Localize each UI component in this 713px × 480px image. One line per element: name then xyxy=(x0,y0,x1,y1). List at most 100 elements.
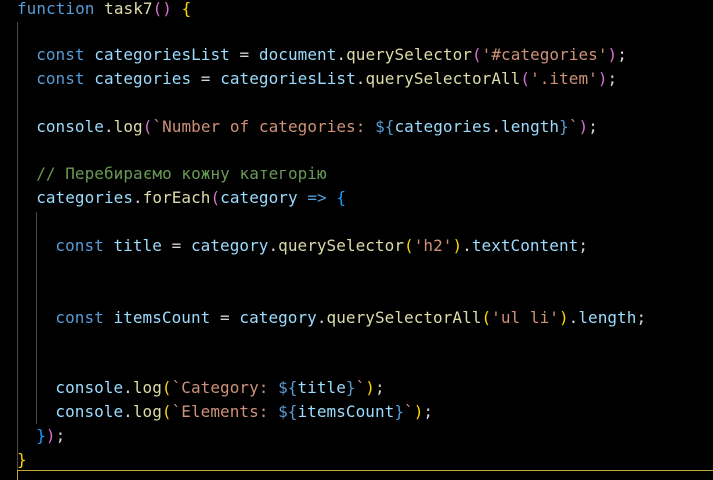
code-token: ; xyxy=(636,308,647,327)
code-token: ) xyxy=(607,45,618,64)
indent-guide xyxy=(17,22,18,470)
code-token: itemsCount xyxy=(113,308,211,327)
code-token: 'h2' xyxy=(413,236,453,255)
code-token: categoriesList xyxy=(220,69,356,88)
code-token: ( xyxy=(481,308,492,327)
code-line: // Перебираємо кожну категорію xyxy=(36,162,326,186)
code-token: ) xyxy=(578,117,589,136)
code-token: '.item' xyxy=(530,69,598,88)
code-token: . xyxy=(123,378,133,397)
code-token: } xyxy=(36,426,46,445)
code-token: const xyxy=(36,69,85,88)
code-token: length xyxy=(578,308,637,327)
code-token: . xyxy=(268,236,279,255)
code-token: } xyxy=(394,402,405,421)
code-token: ; xyxy=(617,45,627,64)
code-token: ) xyxy=(365,378,375,397)
code-token: = xyxy=(229,45,259,64)
code-token: . xyxy=(316,308,327,327)
code-token: const xyxy=(55,236,104,255)
code-token: ; xyxy=(607,69,618,88)
code-token: log xyxy=(132,402,162,421)
code-token: `Number of categories: xyxy=(152,117,376,136)
code-token: ) xyxy=(413,402,424,421)
code-line: const itemsCount = category.querySelecto… xyxy=(55,306,646,330)
code-token: category xyxy=(239,308,317,327)
code-token: ) xyxy=(45,426,56,445)
code-line: const categories = categoriesList.queryS… xyxy=(36,67,617,91)
code-token: querySelectorAll xyxy=(365,69,521,88)
code-line: const title = category.querySelector('h2… xyxy=(55,234,588,258)
code-token: () xyxy=(152,0,172,18)
code-token: `Elements: xyxy=(171,402,279,421)
code-token: ) xyxy=(597,69,608,88)
code-token: forEach xyxy=(142,188,211,207)
code-token: task7 xyxy=(104,0,153,18)
code-token: . xyxy=(462,236,472,255)
code-token: ) xyxy=(558,308,569,327)
code-line: console.log(`Category: ${title}`); xyxy=(55,376,384,400)
code-line: }); xyxy=(36,424,65,448)
code-token: . xyxy=(336,45,347,64)
code-token: categories xyxy=(394,117,492,136)
code-token: categories xyxy=(94,69,192,88)
code-token: category xyxy=(220,188,298,207)
code-token: . xyxy=(568,308,579,327)
code-token: '#categories' xyxy=(481,45,608,64)
code-token: log xyxy=(132,378,162,397)
code-token: => xyxy=(307,188,327,207)
code-token: . xyxy=(355,69,366,88)
code-token: ${ xyxy=(278,402,298,421)
code-token: category xyxy=(190,236,269,255)
code-line: const categoriesList = document.querySel… xyxy=(36,43,627,67)
code-line: } xyxy=(17,448,27,472)
code-token: ; xyxy=(55,426,66,445)
scope-highlight-line xyxy=(17,470,713,471)
code-token: ${ xyxy=(278,378,298,397)
code-token: textContent xyxy=(471,236,579,255)
code-token: // Перебираємо кожну категорію xyxy=(36,164,327,183)
code-token: ( xyxy=(471,45,482,64)
code-token: const xyxy=(55,308,104,327)
code-line: function task7() { xyxy=(17,0,191,21)
code-token: . xyxy=(491,117,502,136)
code-token: 'ul li' xyxy=(491,308,559,327)
code-token: console xyxy=(36,117,104,136)
code-token: ` xyxy=(355,378,366,397)
code-token: { xyxy=(336,188,347,207)
code-line: console.log(`Number of categories: ${cat… xyxy=(36,115,598,139)
code-token: title xyxy=(113,236,162,255)
code-token: ; xyxy=(588,117,598,136)
code-token: ${ xyxy=(375,117,395,136)
code-token: ( xyxy=(520,69,531,88)
indent-guide xyxy=(36,212,37,424)
code-token: categoriesList xyxy=(94,45,230,64)
code-token: document xyxy=(258,45,337,64)
code-token: = xyxy=(210,308,240,327)
code-token: ( xyxy=(210,188,221,207)
code-token: ( xyxy=(161,378,172,397)
code-editor[interactable]: function task7() { const categoriesList =… xyxy=(0,0,713,480)
code-token: } xyxy=(17,450,27,469)
code-token: ; xyxy=(423,402,434,421)
code-line: categories.forEach(category => { xyxy=(36,186,346,210)
code-token: querySelectorAll xyxy=(326,308,482,327)
code-token: ; xyxy=(374,378,385,397)
code-token: ` xyxy=(404,402,414,421)
code-token: ( xyxy=(161,402,172,421)
scope-highlight-vertical xyxy=(17,470,18,480)
code-token: } xyxy=(559,117,569,136)
code-token: . xyxy=(133,188,143,207)
code-token: categories xyxy=(36,188,134,207)
code-token: title xyxy=(297,378,346,397)
code-token: ( xyxy=(404,236,414,255)
code-token: . xyxy=(123,402,133,421)
code-token: ( xyxy=(142,117,153,136)
